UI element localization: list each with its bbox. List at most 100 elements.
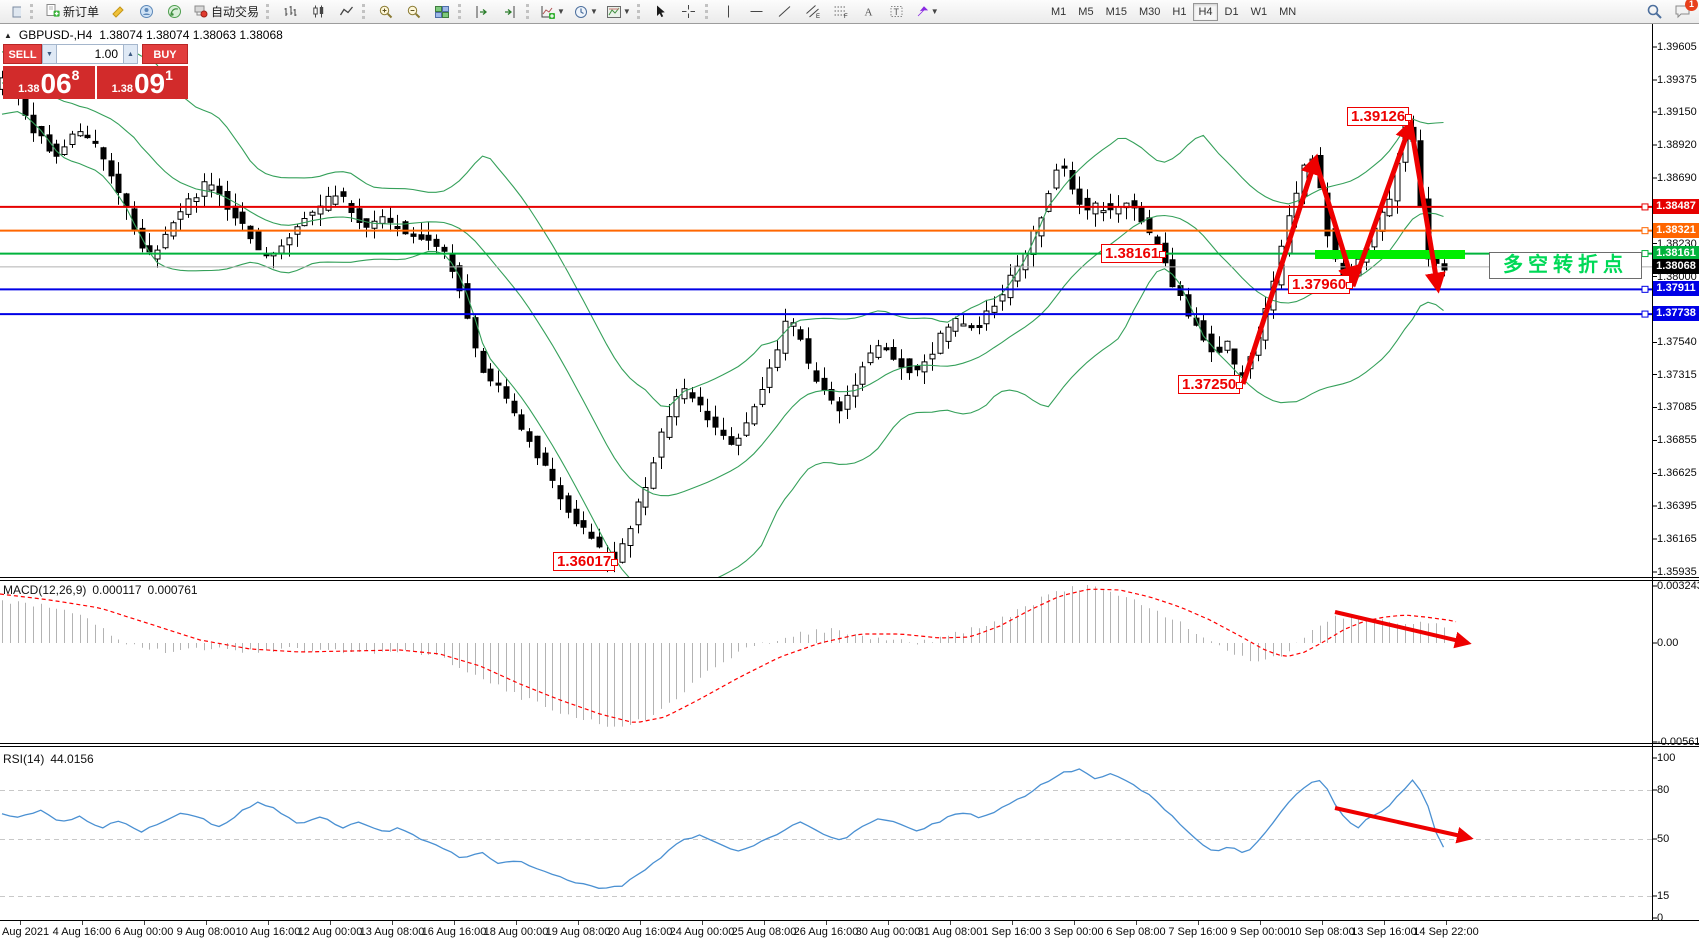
timeframe-button-M30[interactable]: M30: [1134, 3, 1165, 21]
auto-trading-button[interactable]: 自动交易: [189, 2, 263, 22]
text-tool-icon[interactable]: A: [856, 1, 882, 23]
date-axis-label: 6 Sep 08:00: [1106, 926, 1165, 938]
timeframe-button-H1[interactable]: H1: [1167, 3, 1191, 21]
timeframe-toolbar: M1M5M15M30H1H4D1W1MN: [1045, 1, 1302, 22]
indicators-button[interactable]: ▼: [537, 1, 568, 23]
toolbar-separator: [705, 4, 712, 19]
new-order-button[interactable]: 新订单: [41, 2, 103, 22]
text-label-tool-icon[interactable]: T: [884, 1, 910, 23]
price-axis-tick: 1.37540: [1657, 336, 1697, 348]
timeframe-button-M1[interactable]: M1: [1046, 3, 1071, 21]
new-order-label: 新订单: [63, 3, 99, 20]
timeframe-button-D1[interactable]: D1: [1220, 3, 1244, 21]
community-icon[interactable]: [133, 1, 159, 23]
date-axis-label: 3 Sep 00:00: [1044, 926, 1103, 938]
turning-point-note[interactable]: 多空转折点: [1489, 252, 1642, 279]
timeframe-button-W1[interactable]: W1: [1246, 3, 1273, 21]
price-axis-tick: 1.36395: [1657, 500, 1697, 512]
date-axis-label: 25 Aug 08:00: [732, 926, 797, 938]
trendline-tool-icon[interactable]: [772, 1, 798, 23]
vertical-line-tool-icon[interactable]: [716, 1, 742, 23]
volume-decrease-button[interactable]: ▼: [42, 44, 57, 64]
price-annotation-1.36017[interactable]: 1.36017: [553, 552, 615, 571]
svg-text:F: F: [844, 14, 848, 19]
buy-price-sup: 1: [165, 68, 173, 82]
bar-chart-icon[interactable]: [277, 1, 303, 23]
chart-shift-icon[interactable]: [497, 1, 523, 23]
price-axis-tick: 1.36625: [1657, 467, 1697, 479]
signals-icon[interactable]: [161, 1, 187, 23]
price-axis-tick: 1.36165: [1657, 533, 1697, 545]
tile-windows-icon[interactable]: [429, 1, 455, 23]
templates-button[interactable]: ▼: [603, 1, 634, 23]
macd-value-1: 0.000117: [92, 583, 141, 597]
buy-price-display[interactable]: 1.38 09 1: [97, 66, 189, 99]
price-annotation-1.37250[interactable]: 1.37250: [1178, 375, 1240, 394]
notifications-button[interactable]: 1: [1669, 1, 1695, 23]
toolbar-separator: [30, 4, 37, 19]
periods-button[interactable]: ▼: [570, 1, 601, 23]
auto-trading-label: 自动交易: [211, 3, 259, 20]
date-axis-label: 16 Aug 16:00: [422, 926, 487, 938]
rsi-axis-label: 0: [1657, 912, 1663, 924]
auto-trading-icon: [193, 3, 208, 21]
date-axis-label: 13 Aug 08:00: [360, 926, 425, 938]
rsi-axis-label: 100: [1657, 752, 1675, 764]
date-axis-label: 4 Aug 16:00: [53, 926, 112, 938]
date-axis-label: 18 Aug 00:00: [484, 926, 549, 938]
dropdown-caret: ▼: [931, 7, 939, 16]
volume-increase-button[interactable]: ▲: [123, 44, 138, 64]
price-axis-tick: 1.35935: [1657, 566, 1697, 578]
price-annotation-1.37960[interactable]: 1.37960: [1288, 275, 1350, 294]
timeframe-button-M15[interactable]: M15: [1101, 3, 1132, 21]
date-axis-label: 14 Sep 22:00: [1413, 926, 1478, 938]
arrows-tool-button[interactable]: ▼: [912, 1, 942, 23]
chart-canvas[interactable]: [0, 0, 1699, 943]
timeframe-button-M5[interactable]: M5: [1073, 3, 1098, 21]
auto-scroll-icon[interactable]: [469, 1, 495, 23]
sell-price-big: 06: [40, 71, 71, 97]
toolbar-separator: [362, 4, 369, 19]
cursor-tool-icon[interactable]: [648, 1, 674, 23]
macd-indicator-label: MACD(12,26,9) 0.000117 0.000761: [3, 583, 198, 597]
fibonacci-tool-icon[interactable]: F: [828, 1, 854, 23]
macd-value-2: 0.000761: [148, 583, 198, 597]
macd-axis-label: 0.003243: [1657, 580, 1699, 592]
crosshair-tool-icon[interactable]: [676, 1, 702, 23]
annotation-anchor: [1236, 382, 1243, 389]
buy-button[interactable]: BUY: [142, 44, 188, 64]
date-axis-label: 31 Aug 08:00: [918, 926, 983, 938]
date-axis-label: Aug 2021: [2, 926, 49, 938]
volume-input[interactable]: 1.00: [57, 44, 123, 64]
rsi-axis-label: 15: [1657, 890, 1669, 902]
svg-text:T: T: [894, 7, 900, 17]
search-icon[interactable]: [1641, 1, 1667, 23]
equidistant-channel-tool-icon[interactable]: E: [800, 1, 826, 23]
symbol-ohlc: 1.38074 1.38074 1.38063 1.38068: [99, 28, 283, 42]
price-axis-tick: 1.38920: [1657, 139, 1697, 151]
price-line-badge: 1.38321: [1653, 223, 1699, 238]
price-annotation-1.39126[interactable]: 1.39126: [1347, 107, 1409, 126]
chart-expand-icon[interactable]: ▲: [4, 31, 12, 40]
svg-text:E: E: [816, 14, 820, 19]
timeframe-button-MN[interactable]: MN: [1274, 3, 1301, 21]
mql-wizard-icon[interactable]: [105, 1, 131, 23]
date-axis-label: 30 Aug 00:00: [856, 926, 921, 938]
sell-button[interactable]: SELL: [3, 44, 42, 64]
price-axis-tick: 1.36855: [1657, 434, 1697, 446]
new-order-icon: [45, 3, 60, 21]
price-annotation-1.38161[interactable]: 1.38161: [1101, 244, 1163, 263]
sell-price-display[interactable]: 1.38 06 8: [3, 66, 95, 99]
timeframe-button-H4[interactable]: H4: [1193, 3, 1217, 21]
macd-axis-label: -0.005616: [1657, 736, 1699, 748]
symbol-title: GBPUSD-,H4: [19, 28, 92, 42]
zoom-out-icon[interactable]: [401, 1, 427, 23]
candlestick-chart-icon[interactable]: [305, 1, 331, 23]
rsi-indicator-label: RSI(14) 44.0156: [3, 752, 94, 766]
annotation-anchor: [1405, 114, 1412, 121]
horizontal-line-tool-icon[interactable]: [744, 1, 770, 23]
current-price-badge: 1.38068: [1653, 259, 1699, 274]
zoom-in-icon[interactable]: [373, 1, 399, 23]
price-axis-tick: 1.39605: [1657, 41, 1697, 53]
line-chart-icon[interactable]: [333, 1, 359, 23]
